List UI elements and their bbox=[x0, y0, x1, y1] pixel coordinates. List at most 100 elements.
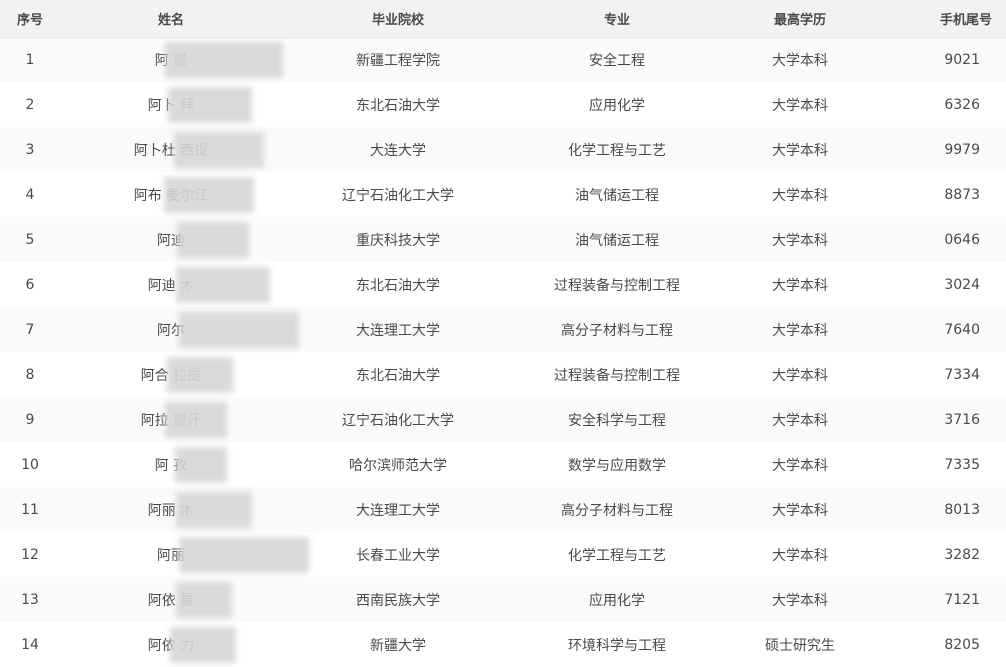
row-name: 阿迪 bbox=[60, 217, 282, 262]
row-school: 大连大学 bbox=[370, 142, 426, 159]
privacy-blur bbox=[163, 176, 254, 213]
name-text: 阿卜杜 西提 bbox=[134, 131, 264, 168]
row-education: 大学本科 bbox=[772, 322, 828, 339]
privacy-blur bbox=[167, 86, 252, 123]
row-major: 过程装备与控制工程 bbox=[554, 277, 680, 294]
row-index: 12 bbox=[21, 546, 39, 563]
row-name: 阿丽 木 bbox=[60, 487, 282, 532]
table-row[interactable]: 8 阿合 拉提 东北石油大学 过程装备与控制工程 大学本科 7334 bbox=[0, 352, 1006, 397]
row-major: 安全工程 bbox=[589, 52, 645, 69]
name-text: 阿迪 bbox=[157, 221, 249, 258]
privacy-blur bbox=[179, 536, 309, 573]
table-row[interactable]: 12 阿丽 长春工业大学 化学工程与工艺 大学本科 3282 bbox=[0, 532, 1006, 577]
row-index: 7 bbox=[25, 321, 35, 338]
row-phone-tail: 7335 bbox=[944, 456, 980, 473]
graduates-table: 序号 姓名 毕业院校 专业 最高学历 手机尾号 1阿 提新疆工程学院安全工程大学… bbox=[0, 0, 1006, 667]
column-header-phone-tail[interactable]: 手机尾号 bbox=[880, 0, 1006, 38]
name-text: 阿 孜 bbox=[155, 446, 227, 483]
row-education: 大学本科 bbox=[772, 277, 828, 294]
table-row[interactable]: 5 阿迪 重庆科技大学 油气储运工程 大学本科 0646 bbox=[0, 217, 1006, 262]
row-school: 哈尔滨师范大学 bbox=[349, 457, 447, 474]
row-phone-tail: 9979 bbox=[944, 141, 980, 158]
row-school: 西南民族大学 bbox=[356, 592, 440, 609]
row-major: 环境科学与工程 bbox=[568, 637, 666, 654]
row-phone-tail: 7640 bbox=[944, 321, 980, 338]
privacy-blur bbox=[166, 356, 233, 393]
name-text: 阿布 麦尔江 bbox=[134, 176, 254, 213]
row-education: 大学本科 bbox=[772, 367, 828, 384]
row-phone-tail: 0646 bbox=[944, 231, 980, 248]
row-index: 14 bbox=[21, 636, 39, 653]
table-row[interactable]: 9 阿拉 提汗 辽宁石油化工大学 安全科学与工程 大学本科 3716 bbox=[0, 397, 1006, 442]
table-row[interactable]: 4 阿布 麦尔江 辽宁石油化工大学 油气储运工程 大学本科 8873 bbox=[0, 172, 1006, 217]
row-index: 11 bbox=[21, 501, 39, 518]
name-text: 阿尔 bbox=[157, 311, 299, 348]
privacy-blur bbox=[179, 311, 299, 348]
row-major: 化学工程与工艺 bbox=[568, 142, 666, 159]
name-text: 阿卜 拜 bbox=[148, 86, 252, 123]
row-education: 大学本科 bbox=[772, 457, 828, 474]
privacy-blur bbox=[164, 41, 283, 78]
table-row[interactable]: 2 阿卜 拜 东北石油大学 应用化学 大学本科 6326 bbox=[0, 82, 1006, 127]
row-school: 长春工业大学 bbox=[356, 547, 440, 564]
row-name: 阿卜 拜 bbox=[60, 82, 282, 127]
table-row[interactable]: 6 阿迪 木 东北石油大学 过程装备与控制工程 大学本科 3024 bbox=[0, 262, 1006, 307]
row-phone-tail: 6326 bbox=[944, 96, 980, 113]
row-school: 新疆大学 bbox=[370, 637, 426, 654]
column-header-index[interactable]: 序号 bbox=[0, 0, 60, 38]
privacy-blur bbox=[174, 446, 227, 483]
name-text: 阿丽 木 bbox=[148, 491, 252, 528]
table-row[interactable]: 7 阿尔 大连理工大学 高分子材料与工程 大学本科 7640 bbox=[0, 307, 1006, 352]
row-name: 阿依 力 bbox=[60, 622, 282, 667]
row-education: 大学本科 bbox=[772, 142, 828, 159]
table-row[interactable]: 13 阿依 曼 西南民族大学 应用化学 大学本科 7121 bbox=[0, 577, 1006, 622]
row-school: 重庆科技大学 bbox=[356, 232, 440, 249]
table-header: 序号 姓名 毕业院校 专业 最高学历 手机尾号 bbox=[0, 0, 1006, 38]
row-phone-tail: 8013 bbox=[944, 501, 980, 518]
table-row[interactable]: 3 阿卜杜 西提 大连大学 化学工程与工艺 大学本科 9979 bbox=[0, 127, 1006, 172]
row-education: 大学本科 bbox=[772, 232, 828, 249]
row-education: 硕士研究生 bbox=[765, 637, 835, 654]
row-name: 阿 提 bbox=[60, 37, 283, 82]
row-index: 13 bbox=[21, 591, 39, 608]
name-text: 阿 提 bbox=[155, 41, 283, 78]
row-index: 9 bbox=[25, 411, 35, 428]
row-major: 化学工程与工艺 bbox=[568, 547, 666, 564]
column-header-school[interactable]: 毕业院校 bbox=[282, 0, 514, 38]
table-body: 1阿 提新疆工程学院安全工程大学本科90212阿卜 拜东北石油大学应用化学大学本… bbox=[0, 37, 1006, 667]
name-text: 阿合 拉提 bbox=[141, 356, 233, 393]
table-row[interactable]: 1 阿 提 新疆工程学院 安全工程 大学本科 9021 bbox=[0, 37, 1006, 82]
row-school: 东北石油大学 bbox=[356, 277, 440, 294]
row-major: 高分子材料与工程 bbox=[561, 322, 673, 339]
row-name: 阿丽 bbox=[60, 532, 309, 577]
row-phone-tail: 8205 bbox=[944, 636, 980, 653]
row-index: 6 bbox=[25, 276, 35, 293]
row-phone-tail: 7334 bbox=[944, 366, 980, 383]
name-text: 阿拉 提汗 bbox=[141, 401, 227, 438]
row-phone-tail: 8873 bbox=[944, 186, 980, 203]
row-major: 应用化学 bbox=[589, 592, 645, 609]
row-school: 东北石油大学 bbox=[356, 97, 440, 114]
header-row: 序号 姓名 毕业院校 专业 最高学历 手机尾号 bbox=[0, 0, 1006, 38]
row-major: 安全科学与工程 bbox=[568, 412, 666, 429]
column-header-name[interactable]: 姓名 bbox=[60, 0, 282, 38]
row-index: 4 bbox=[25, 186, 35, 203]
row-phone-tail: 3282 bbox=[944, 546, 980, 563]
row-major: 油气储运工程 bbox=[575, 187, 659, 204]
privacy-blur bbox=[173, 131, 264, 168]
row-name: 阿卜杜 西提 bbox=[60, 127, 282, 172]
row-name: 阿布 麦尔江 bbox=[60, 172, 282, 217]
row-school: 大连理工大学 bbox=[356, 322, 440, 339]
name-text: 阿依 力 bbox=[148, 626, 236, 663]
row-school: 大连理工大学 bbox=[356, 502, 440, 519]
column-header-major[interactable]: 专业 bbox=[514, 0, 720, 38]
row-phone-tail: 7121 bbox=[944, 591, 980, 608]
privacy-blur bbox=[177, 221, 249, 258]
row-index: 1 bbox=[25, 51, 35, 68]
table-row[interactable]: 14 阿依 力 新疆大学 环境科学与工程 硕士研究生 8205 bbox=[0, 622, 1006, 667]
privacy-blur bbox=[175, 491, 252, 528]
table-row[interactable]: 11 阿丽 木 大连理工大学 高分子材料与工程 大学本科 8013 bbox=[0, 487, 1006, 532]
table-row[interactable]: 10 阿 孜 哈尔滨师范大学 数学与应用数学 大学本科 7335 bbox=[0, 442, 1006, 487]
column-header-education[interactable]: 最高学历 bbox=[720, 0, 880, 38]
row-major: 过程装备与控制工程 bbox=[554, 367, 680, 384]
